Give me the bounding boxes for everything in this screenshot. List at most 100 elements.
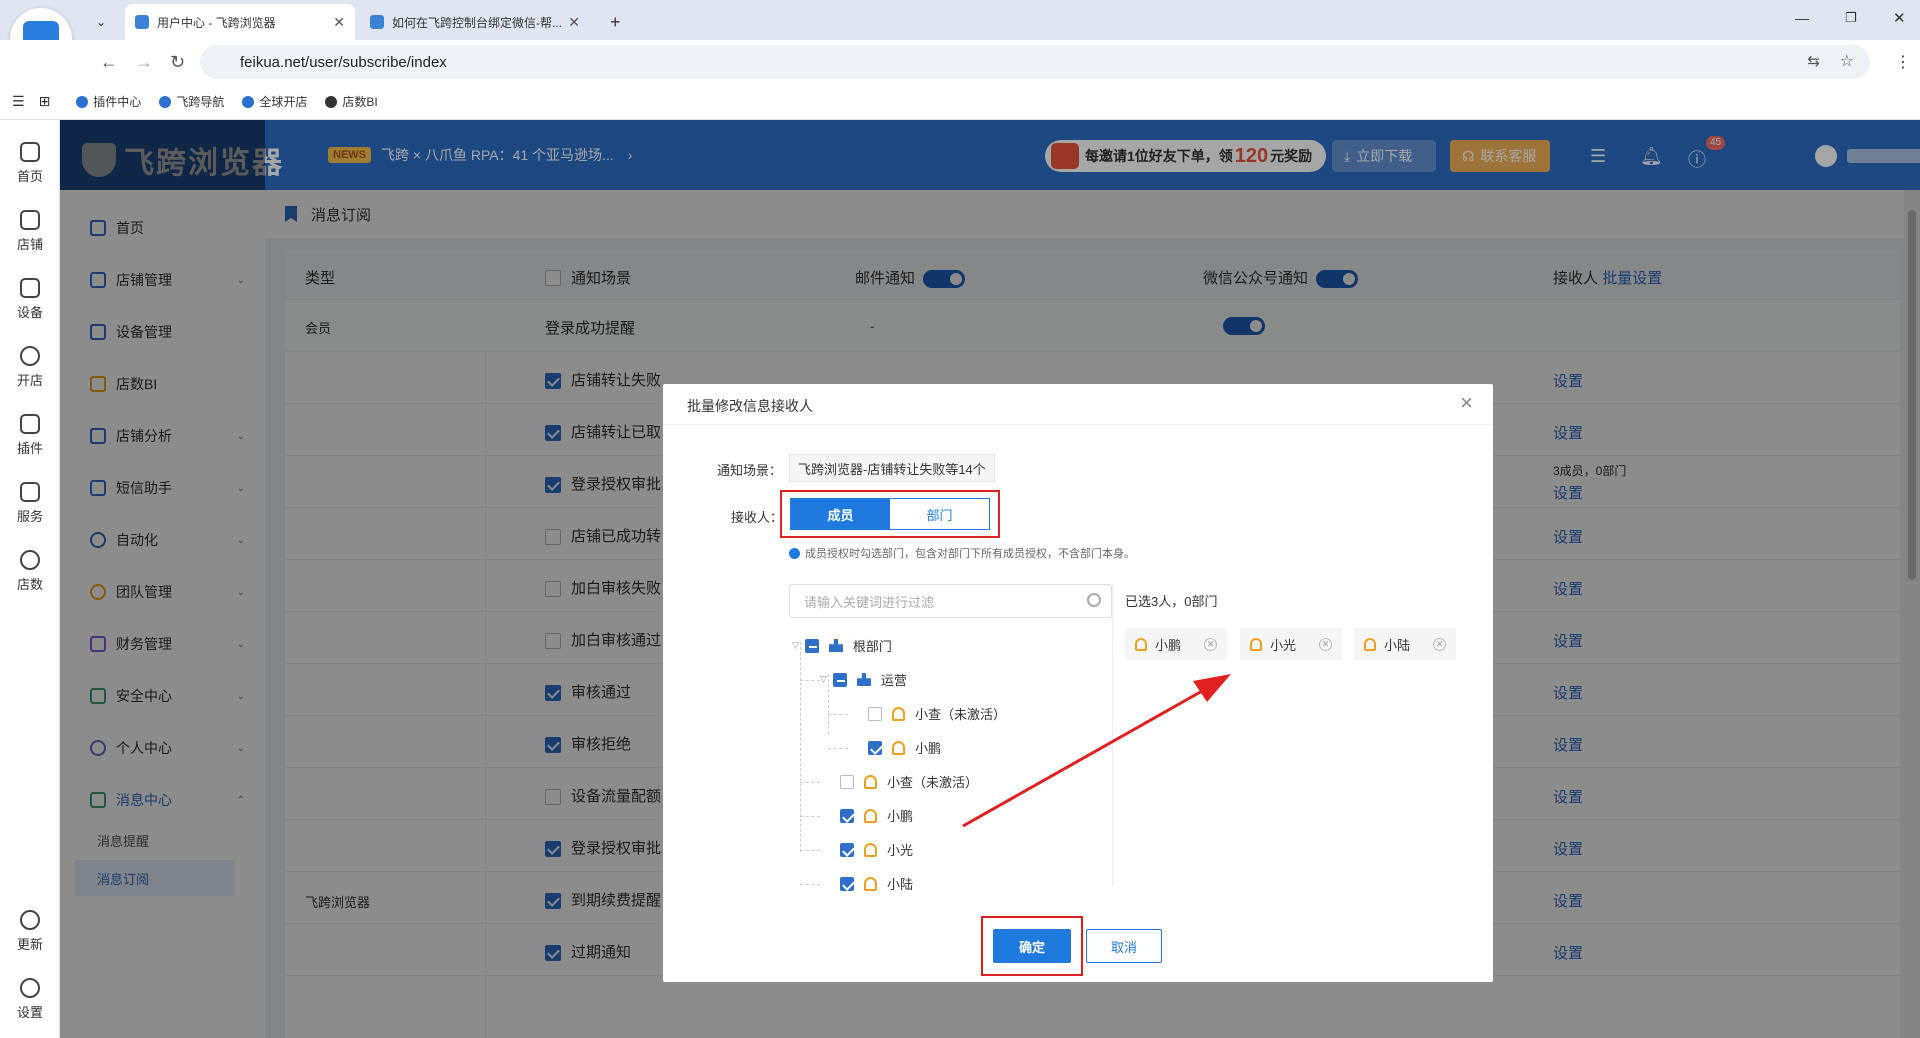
- tree-label: 运营: [880, 673, 907, 688]
- rail-label: 店铺: [16, 237, 43, 252]
- minimize-icon[interactable]: —: [1795, 10, 1809, 26]
- tree-checkbox[interactable]: [832, 672, 847, 687]
- confirm-button[interactable]: 确定: [993, 929, 1071, 963]
- tree-guide: [828, 748, 848, 749]
- chip-label: 小光: [1270, 637, 1297, 653]
- dialog-title: 批量修改信息接收人: [687, 398, 813, 414]
- tree-node-root[interactable]: ▽ 根部门: [792, 636, 892, 655]
- tree-label: 小鹏: [887, 809, 914, 824]
- new-tab-button[interactable]: +: [600, 4, 630, 40]
- tree-checkbox[interactable]: [804, 638, 819, 653]
- caret-down-icon[interactable]: ▽: [792, 640, 799, 651]
- restore-icon[interactable]: ❐: [1845, 10, 1857, 26]
- hint-text: 成员授权时勾选部门，包含对部门下所有成员授权，不含部门本身。: [789, 545, 1135, 561]
- tree-checkbox[interactable]: [840, 842, 854, 857]
- rail-label: 服务: [16, 509, 43, 524]
- puzzle-icon: [20, 414, 40, 434]
- close-window-icon[interactable]: ✕: [1893, 9, 1906, 27]
- apps-grid-icon[interactable]: ⊞: [39, 93, 51, 110]
- batch-receiver-dialog: 批量修改信息接收人 × 通知场景： 飞跨浏览器-店铺转让失败等14个 接收人： …: [663, 384, 1493, 982]
- tree-guide: [800, 680, 820, 681]
- tree-checkbox[interactable]: [840, 774, 854, 789]
- rail-bi[interactable]: 店数: [0, 550, 60, 593]
- rail-update[interactable]: 更新: [0, 910, 60, 953]
- star-icon[interactable]: ☆: [1840, 51, 1854, 71]
- translate-icon[interactable]: ⇆: [1807, 52, 1820, 70]
- search-placeholder: 请输入关键词进行过滤: [804, 594, 935, 610]
- close-tab-icon[interactable]: ✕: [568, 14, 580, 31]
- tab-search-button[interactable]: ⌄: [85, 4, 117, 40]
- bookmark-label: 飞跨导航: [176, 95, 225, 109]
- tree-checkbox[interactable]: [868, 706, 882, 721]
- remove-chip-icon[interactable]: ✕: [1204, 637, 1217, 651]
- rail-label: 店数: [16, 577, 43, 592]
- feikua-favicon-icon: [135, 15, 149, 29]
- tree-node-member[interactable]: 小陆: [840, 874, 913, 893]
- reload-icon[interactable]: ↻: [170, 52, 185, 73]
- chip-label: 小陆: [1384, 637, 1411, 653]
- person-icon: [864, 876, 877, 891]
- tree-checkbox[interactable]: [840, 808, 854, 823]
- scene-label: 通知场景：: [717, 463, 783, 478]
- rail-settings[interactable]: 设置: [0, 978, 60, 1021]
- browser-menu-icon[interactable]: ⋮: [1895, 52, 1911, 72]
- bookmark-plugins[interactable]: 插件中心: [76, 93, 141, 110]
- person-icon: [1364, 637, 1376, 651]
- search-icon: [1087, 593, 1101, 607]
- tab-help[interactable]: 如何在飞跨控制台绑定微信-帮... ✕: [360, 4, 590, 40]
- chip-label: 小鹏: [1155, 637, 1182, 653]
- tree-node-ops[interactable]: ▽ 运营: [820, 670, 907, 689]
- url-field[interactable]: feikua.net/user/subscribe/index ⇆ ☆: [200, 45, 1870, 79]
- bookmark-icon: [325, 95, 338, 108]
- remove-chip-icon[interactable]: ✕: [1433, 637, 1446, 651]
- tree-node-member[interactable]: 小查（未激活）: [868, 704, 1006, 723]
- rail-label: 设置: [16, 1005, 43, 1020]
- caret-down-icon[interactable]: ▽: [820, 674, 827, 685]
- rail-home[interactable]: 首页: [0, 142, 60, 185]
- bookmark-bi[interactable]: 店数BI: [325, 93, 378, 110]
- remove-chip-icon[interactable]: ✕: [1319, 637, 1332, 651]
- back-icon[interactable]: ←: [100, 52, 118, 73]
- tree-guide: [800, 850, 820, 851]
- tree-node-member[interactable]: 小光: [840, 840, 913, 859]
- tree-checkbox[interactable]: [840, 876, 854, 891]
- rail-services[interactable]: 服务: [0, 482, 60, 525]
- tree-checkbox[interactable]: [868, 740, 882, 755]
- forward-icon[interactable]: →: [135, 52, 153, 73]
- tab-member[interactable]: 成员: [791, 499, 890, 529]
- address-bar-row: ← → ↻ feikua.net/user/subscribe/index ⇆ …: [0, 40, 1920, 84]
- bookmark-icon: [159, 95, 172, 108]
- bookmark-icon: [76, 95, 89, 108]
- bookmark-global[interactable]: 全球开店: [242, 93, 307, 110]
- close-tab-icon[interactable]: ✕: [333, 14, 345, 31]
- tree-label: 小陆: [887, 877, 914, 892]
- cancel-button[interactable]: 取消: [1086, 929, 1162, 963]
- tree-node-member[interactable]: 小查（未激活）: [840, 772, 978, 791]
- tree-node-member[interactable]: 小鹏: [868, 738, 941, 757]
- modal-mask-side: [60, 120, 265, 1038]
- gear-icon: [20, 978, 40, 998]
- tree-guide: [800, 884, 820, 885]
- tree-node-member[interactable]: 小鹏: [840, 806, 913, 825]
- rail-plugins[interactable]: 插件: [0, 414, 60, 457]
- person-icon: [864, 842, 877, 857]
- sidebar-toggle-icon[interactable]: ☰: [12, 93, 25, 110]
- rail-label: 插件: [16, 441, 43, 456]
- person-icon: [864, 774, 877, 789]
- tab-user-center[interactable]: 用户中心 - 飞跨浏览器 ✕: [125, 4, 355, 40]
- scene-value-text: 飞跨浏览器-店铺转让失败等14个: [798, 461, 986, 477]
- rail-shop[interactable]: 店铺: [0, 210, 60, 253]
- bookmarks-bar: ☰ ⊞ 插件中心 飞跨导航 全球开店 店数BI: [0, 84, 1920, 120]
- url-text: feikua.net/user/subscribe/index: [240, 53, 447, 71]
- rail-label: 设备: [16, 305, 43, 320]
- close-icon[interactable]: ×: [1460, 390, 1473, 416]
- tab-department[interactable]: 部门: [890, 499, 989, 529]
- bookmark-nav[interactable]: 飞跨导航: [159, 93, 224, 110]
- selected-summary: 已选3人，0部门: [1125, 594, 1218, 609]
- modal-mask-header: [60, 120, 1920, 190]
- bookmark-icon: [242, 95, 255, 108]
- search-input[interactable]: 请输入关键词进行过滤: [789, 584, 1112, 618]
- rail-device[interactable]: 设备: [0, 278, 60, 321]
- person-icon: [1250, 637, 1262, 651]
- rail-open-shop[interactable]: 开店: [0, 346, 60, 389]
